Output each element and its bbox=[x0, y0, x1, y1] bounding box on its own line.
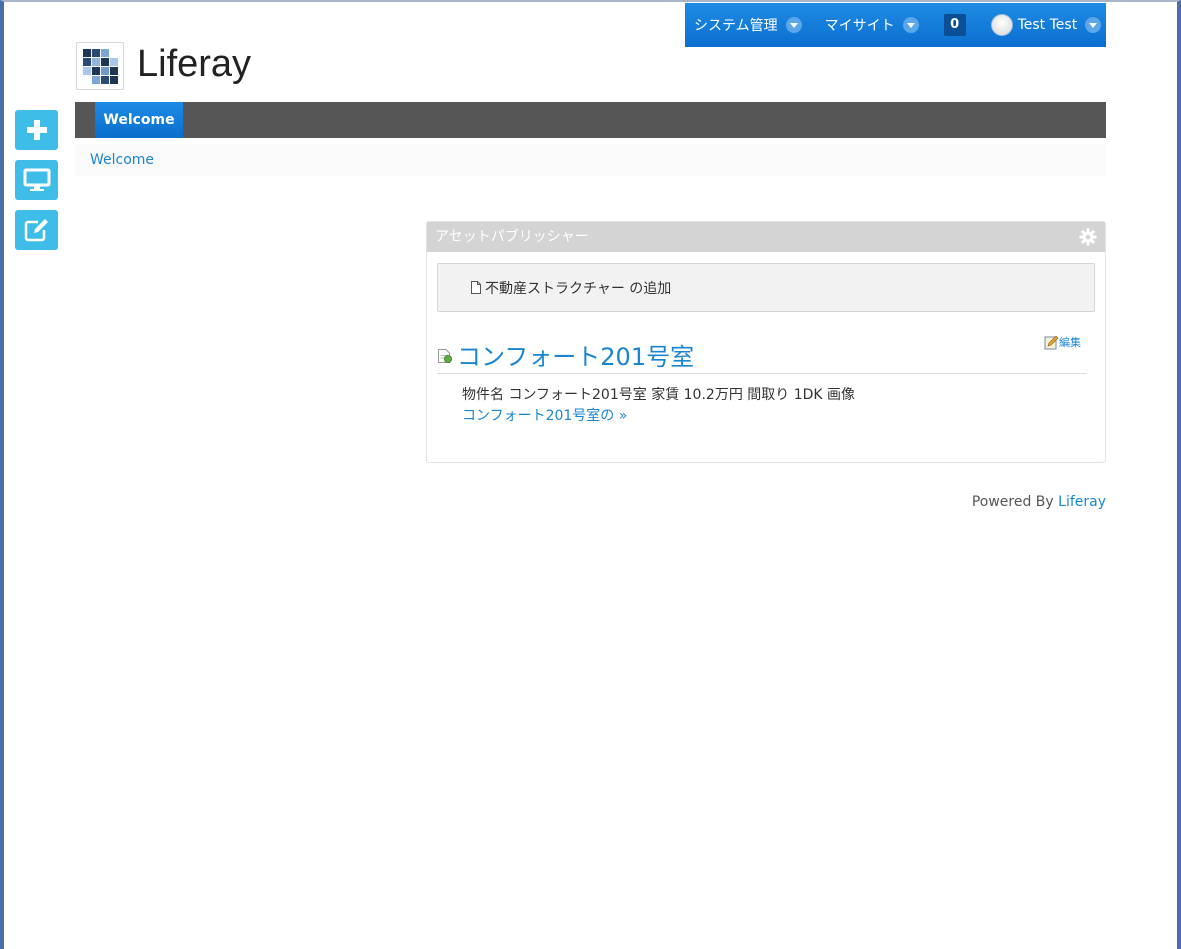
user-name: Test Test bbox=[1017, 17, 1078, 33]
preview-button[interactable] bbox=[15, 160, 58, 200]
powered-by-text: Powered By bbox=[971, 494, 1054, 510]
add-button[interactable] bbox=[15, 110, 58, 150]
breadcrumb-item-welcome[interactable]: Welcome bbox=[90, 152, 154, 168]
main-navigation: Welcome bbox=[75, 102, 1106, 138]
my-sites-menu-label: マイサイト bbox=[824, 18, 895, 34]
footer: Powered By Liferay bbox=[972, 494, 1106, 510]
chevron-down-icon bbox=[1085, 17, 1102, 33]
admin-menu-label: システム管理 bbox=[694, 18, 778, 34]
preview-icon bbox=[23, 168, 50, 191]
liferay-logo-icon bbox=[83, 49, 119, 85]
site-logo[interactable] bbox=[76, 42, 124, 90]
asset-title-row: コンフォート201号室 bbox=[437, 337, 694, 372]
notifications-count: 0 bbox=[943, 14, 966, 36]
web-content-icon bbox=[438, 348, 452, 363]
document-icon bbox=[471, 281, 481, 294]
portlet-title: アセットパブリッシャー bbox=[435, 229, 589, 245]
edit-controls-button[interactable] bbox=[15, 210, 58, 250]
asset-publisher-portlet: アセットパブリッシャー 不動産ストラクチャー の追加 編集 コンフォート201号… bbox=[426, 221, 1106, 463]
chevron-down-icon bbox=[785, 17, 802, 33]
window-frame bbox=[0, 0, 1181, 949]
user-menu[interactable]: Test Test bbox=[990, 3, 1102, 47]
add-icon bbox=[26, 120, 47, 140]
chevron-down-icon bbox=[902, 17, 919, 33]
admin-menu[interactable]: システム管理 bbox=[694, 3, 802, 47]
asset-summary: 物件名 コンフォート201号室 家賃 10.2万円 間取り 1DK 画像 bbox=[462, 387, 856, 403]
site-title[interactable]: Liferay bbox=[137, 40, 251, 88]
add-structure-label: 不動産ストラクチャー の追加 bbox=[485, 280, 672, 297]
asset-title-link[interactable]: コンフォート201号室 bbox=[457, 337, 694, 372]
divider bbox=[437, 373, 1087, 374]
my-sites-menu[interactable]: マイサイト bbox=[825, 3, 919, 47]
avatar bbox=[990, 14, 1013, 36]
tab-welcome[interactable]: Welcome bbox=[95, 102, 183, 138]
notifications-button[interactable]: 0 bbox=[943, 3, 966, 47]
add-structure-button[interactable]: 不動産ストラクチャー の追加 bbox=[437, 263, 1095, 312]
breadcrumb: Welcome bbox=[75, 144, 1106, 176]
read-more-link[interactable]: コンフォート201号室の » bbox=[462, 405, 627, 425]
gear-icon[interactable] bbox=[1079, 228, 1097, 246]
edit-label: 編集 bbox=[1059, 336, 1081, 349]
powered-by-link[interactable]: Liferay bbox=[1058, 494, 1106, 510]
edit-controls-icon bbox=[24, 219, 48, 242]
edit-asset-button[interactable]: 編集 bbox=[1044, 334, 1081, 350]
dockbar: システム管理 マイサイト 0 Test Test bbox=[685, 3, 1106, 47]
edit-icon bbox=[1044, 335, 1059, 349]
portlet-header: アセットパブリッシャー bbox=[427, 222, 1105, 252]
